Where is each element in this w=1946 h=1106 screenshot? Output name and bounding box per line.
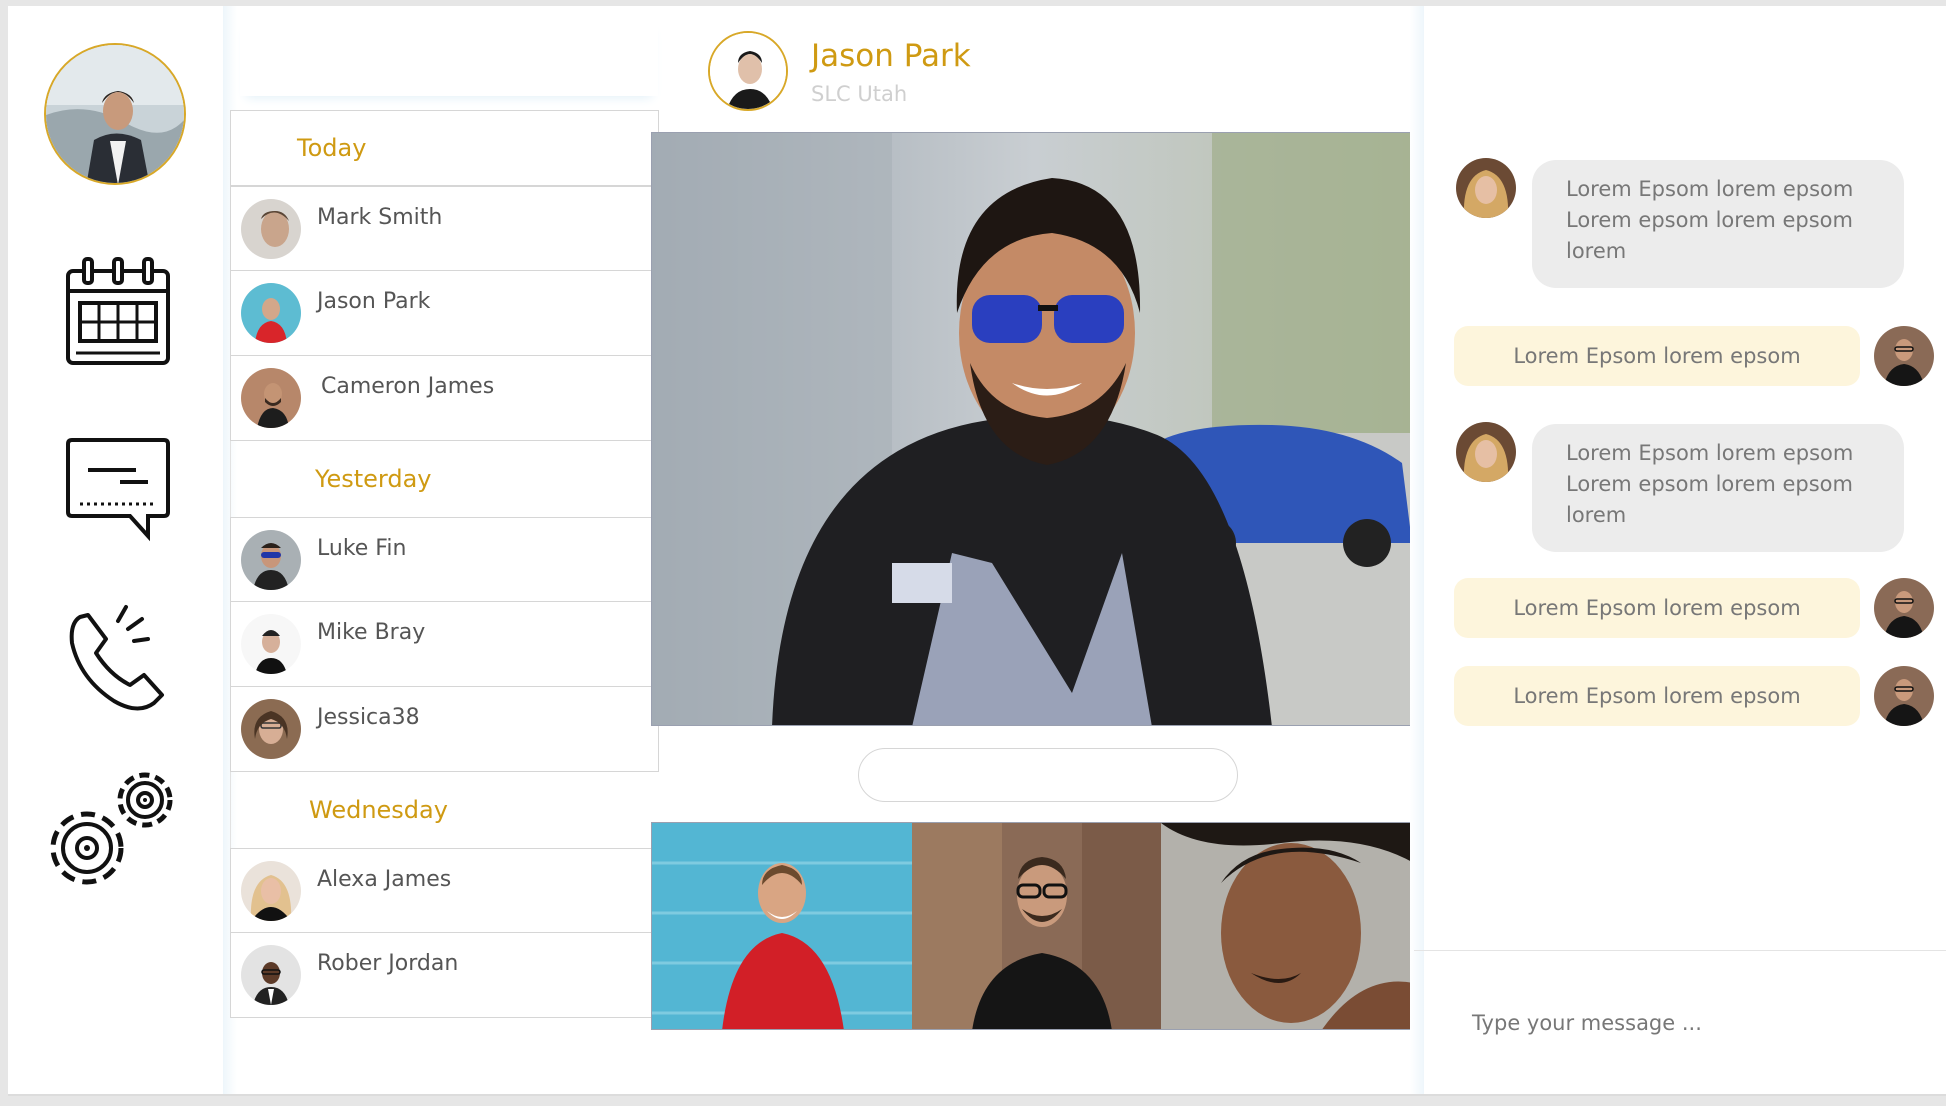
message-input[interactable]: Type your message ... bbox=[1472, 1011, 1912, 1035]
contact-item[interactable]: Rober Jordan bbox=[230, 933, 659, 1018]
my-avatar bbox=[1874, 326, 1934, 386]
contact-avatar bbox=[241, 699, 301, 759]
message-line: Lorem epsom lorem epsom bbox=[1566, 208, 1853, 232]
contact-avatar bbox=[241, 199, 301, 259]
gallery-photo[interactable] bbox=[1160, 823, 1413, 1029]
contact-avatar bbox=[241, 368, 301, 428]
active-contact-avatar[interactable] bbox=[708, 31, 788, 111]
contact-name: Cameron James bbox=[321, 374, 495, 399]
chat-icon[interactable] bbox=[58, 434, 178, 554]
contact-avatar bbox=[241, 283, 301, 343]
chat-divider bbox=[1410, 6, 1424, 1096]
contact-item[interactable]: Mike Bray bbox=[230, 602, 659, 687]
contact-name: Alexa James bbox=[317, 867, 452, 892]
message-sent: Lorem Epsom lorem epsom bbox=[1454, 578, 1860, 638]
contact-name: Mark Smith bbox=[317, 205, 443, 230]
contact-name: Rober Jordan bbox=[317, 951, 459, 976]
contact-avatar bbox=[241, 945, 301, 1005]
contact-search-box[interactable] bbox=[240, 16, 658, 96]
message-sent: Lorem Epsom lorem epsom bbox=[1454, 326, 1860, 386]
sender-avatar bbox=[1456, 422, 1516, 482]
profile-avatar[interactable] bbox=[44, 43, 186, 185]
contact-item[interactable]: Jessica38 bbox=[230, 687, 659, 772]
contact-avatar bbox=[241, 614, 301, 674]
gallery-photo[interactable] bbox=[912, 823, 1161, 1029]
message-received: Lorem Epsom lorem epsom Lorem epsom lore… bbox=[1532, 424, 1904, 552]
group-label-today: Today bbox=[230, 110, 659, 186]
compose-divider bbox=[1414, 950, 1946, 951]
calendar-icon[interactable] bbox=[58, 253, 178, 373]
phone-icon[interactable] bbox=[58, 601, 178, 721]
photo-caption-input[interactable] bbox=[858, 748, 1238, 802]
message-sent: Lorem Epsom lorem epsom bbox=[1454, 666, 1860, 726]
active-contact-location: SLC Utah bbox=[811, 82, 908, 106]
my-avatar bbox=[1874, 578, 1934, 638]
group-label-yesterday: Yesterday bbox=[230, 441, 659, 517]
contact-avatar bbox=[241, 861, 301, 921]
settings-icon[interactable] bbox=[40, 766, 185, 901]
sender-avatar bbox=[1456, 158, 1516, 218]
message-line: Lorem Epsom lorem epsom bbox=[1566, 177, 1854, 201]
contact-name: Jason Park bbox=[317, 289, 431, 314]
contact-avatar bbox=[241, 530, 301, 590]
active-contact-name: Jason Park bbox=[811, 38, 971, 74]
contact-item[interactable]: Luke Fin bbox=[230, 517, 659, 602]
gallery-photo[interactable] bbox=[652, 823, 913, 1029]
message-received: Lorem Epsom lorem epsom Lorem epsom lore… bbox=[1532, 160, 1904, 288]
contact-name: Mike Bray bbox=[317, 620, 426, 645]
contact-item[interactable]: Alexa James bbox=[230, 848, 659, 933]
nav-rail bbox=[8, 6, 223, 1096]
contact-list: Today Mark Smith Jason Park Cameron Jame… bbox=[230, 110, 659, 1018]
app-window: Today Mark Smith Jason Park Cameron Jame… bbox=[8, 6, 1946, 1096]
my-avatar bbox=[1874, 666, 1934, 726]
message-line: lorem bbox=[1566, 503, 1627, 527]
photo-gallery bbox=[651, 822, 1414, 1030]
contact-name: Luke Fin bbox=[317, 536, 407, 561]
group-label-wednesday: Wednesday bbox=[230, 772, 659, 848]
message-line: lorem bbox=[1566, 239, 1627, 263]
contact-item[interactable]: Mark Smith bbox=[230, 186, 659, 271]
window-bottom-edge bbox=[8, 1094, 1946, 1096]
contact-item[interactable]: Cameron James bbox=[230, 356, 659, 441]
contact-name: Jessica38 bbox=[317, 705, 420, 730]
message-line: Lorem epsom lorem epsom bbox=[1566, 472, 1853, 496]
shared-photo-main[interactable] bbox=[651, 132, 1414, 726]
contact-item[interactable]: Jason Park bbox=[230, 271, 659, 356]
message-line: Lorem Epsom lorem epsom bbox=[1566, 441, 1854, 465]
